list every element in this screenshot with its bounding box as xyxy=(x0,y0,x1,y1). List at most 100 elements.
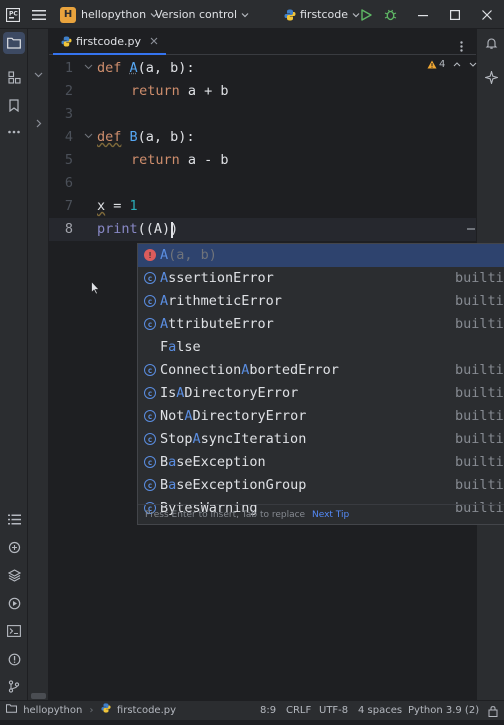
code-line: 1 def A(a, b): xyxy=(49,57,476,80)
main-menu-icon[interactable] xyxy=(32,0,46,29)
class-icon: c xyxy=(144,479,156,491)
suggestion-label: BaseExceptionGroup xyxy=(160,474,306,497)
builtin-name: print xyxy=(97,221,138,237)
project-selector[interactable]: H hellopython xyxy=(60,0,158,29)
app-logo-icon[interactable]: PC xyxy=(6,0,20,29)
text-cursor xyxy=(171,222,173,238)
suggestion-source: builtii xyxy=(455,359,504,382)
svg-text:PC: PC xyxy=(9,10,18,17)
next-tip-link[interactable]: Next Tip xyxy=(312,510,349,520)
suggestion-label: IsADirectoryError xyxy=(160,382,298,405)
indent-setting[interactable]: 4 spaces xyxy=(358,701,402,721)
suggestion-label: A(a, b) xyxy=(160,244,217,267)
git-tool-icon[interactable] xyxy=(3,675,25,697)
suggestion-label: BaseException xyxy=(160,451,266,474)
tab-label: firstcode.py xyxy=(76,35,141,48)
line-separator[interactable]: CRLF xyxy=(286,701,311,721)
line-number: 1 xyxy=(49,57,73,80)
tab-firstcode[interactable]: firstcode.py xyxy=(53,29,166,55)
structure-tool-icon[interactable] xyxy=(3,66,25,88)
suggestion-item[interactable]: c ArithmeticError builtii xyxy=(138,290,504,313)
line-number: 2 xyxy=(49,80,73,103)
project-name: hellopython xyxy=(81,8,146,21)
maximize-icon[interactable] xyxy=(450,0,460,29)
line-number: 4 xyxy=(49,126,73,149)
suggestion-item[interactable]: c IsADirectoryError builtii xyxy=(138,382,504,405)
class-icon: c xyxy=(144,410,156,422)
suggestion-label: AssertionError xyxy=(160,267,274,290)
code-line: 4 def B(a, b): xyxy=(49,126,476,149)
ai-assistant-icon[interactable] xyxy=(480,66,502,88)
close-tab-icon[interactable] xyxy=(150,37,158,45)
more-tools-icon[interactable] xyxy=(3,121,25,143)
code-text: (a, b): xyxy=(138,60,195,76)
code-line: 7 x = 1 xyxy=(49,195,476,218)
class-icon: c xyxy=(144,456,156,468)
terminal-tool-icon[interactable] xyxy=(3,620,25,642)
class-icon: c xyxy=(144,295,156,307)
problems-tool-icon[interactable] xyxy=(3,648,25,670)
panel-scrollbar[interactable] xyxy=(31,693,46,699)
run-config-name: firstcode xyxy=(300,8,348,21)
suggestion-item[interactable]: c AssertionError builtii xyxy=(138,267,504,290)
chevron-down-icon[interactable] xyxy=(34,63,43,82)
suggestion-label: ArithmeticError xyxy=(160,290,282,313)
run-config-selector[interactable]: firstcode xyxy=(284,0,360,29)
tab-options-icon[interactable] xyxy=(460,37,463,56)
code-text: a - b xyxy=(180,152,229,168)
status-bar: hellopython › firstcode.py 8:9 CRLF UTF-… xyxy=(0,700,504,720)
editor-scroll-marker xyxy=(467,228,475,230)
suggestion-source: builtii xyxy=(455,267,504,290)
class-icon: c xyxy=(144,318,156,330)
python-packages-icon[interactable] xyxy=(3,536,25,558)
code-text: a + b xyxy=(180,83,229,99)
vcs-selector[interactable]: Version control xyxy=(155,0,249,29)
line-number: 8 xyxy=(49,218,73,241)
suggestion-item[interactable]: c BaseException builtii xyxy=(138,451,504,474)
python-file-icon xyxy=(61,36,72,47)
suggestion-source: builtii xyxy=(455,290,504,313)
suggestion-item[interactable]: c ConnectionAbortedError builtii xyxy=(138,359,504,382)
chevron-down-icon xyxy=(352,12,360,18)
code-line: 2 return a + b xyxy=(49,80,476,103)
minimize-icon[interactable] xyxy=(418,0,428,29)
todo-tool-icon[interactable] xyxy=(3,508,25,530)
file-encoding[interactable]: UTF-8 xyxy=(319,701,348,721)
notifications-icon[interactable] xyxy=(480,32,502,54)
keyword: def xyxy=(97,129,121,145)
fold-marker-icon[interactable] xyxy=(84,57,93,80)
suggestion-item[interactable]: c BaseExceptionGroup builtii xyxy=(138,474,504,497)
suggestion-item-selected[interactable]: ! A(a, b) xyxy=(138,244,504,267)
fold-marker-icon[interactable] xyxy=(84,126,93,149)
folder-icon xyxy=(6,704,17,713)
keyword: def xyxy=(97,60,121,76)
keyword: return xyxy=(131,152,180,168)
services-tool-icon[interactable] xyxy=(3,592,25,614)
suggestion-item[interactable]: c NotADirectoryError builtii xyxy=(138,405,504,428)
bookmarks-tool-icon[interactable] xyxy=(3,94,25,116)
breadcrumb: hellopython › firstcode.py xyxy=(6,701,176,721)
chevron-right-icon[interactable] xyxy=(36,113,42,132)
python-interpreter[interactable]: Python 3.9 (2) xyxy=(408,701,479,721)
title-bar: PC H hellopython Version control firstco… xyxy=(0,0,504,29)
suggestion-label: False xyxy=(160,336,201,359)
layers-tool-icon[interactable] xyxy=(3,564,25,586)
project-tool-icon[interactable] xyxy=(3,32,25,54)
class-icon: c xyxy=(144,272,156,284)
lock-icon[interactable] xyxy=(488,705,498,717)
breadcrumb-project[interactable]: hellopython xyxy=(23,705,82,716)
code-text: = xyxy=(105,198,129,214)
suggestion-source: builtii xyxy=(455,405,504,428)
suggestion-label: NotADirectoryError xyxy=(160,405,306,428)
suggestion-item[interactable]: c StopAsyncIteration builtii xyxy=(138,428,504,451)
run-icon[interactable] xyxy=(361,0,372,29)
suggestion-source: builtii xyxy=(455,428,504,451)
breadcrumb-file[interactable]: firstcode.py xyxy=(117,705,176,716)
code-text: (a, b): xyxy=(138,129,195,145)
suggestion-item[interactable]: False xyxy=(138,336,504,359)
debug-icon[interactable] xyxy=(384,0,397,29)
close-window-icon[interactable] xyxy=(482,0,492,29)
caret-position[interactable]: 8:9 xyxy=(260,701,276,721)
function-name: A xyxy=(130,60,138,76)
suggestion-item[interactable]: c AttributeError builtii xyxy=(138,313,504,336)
